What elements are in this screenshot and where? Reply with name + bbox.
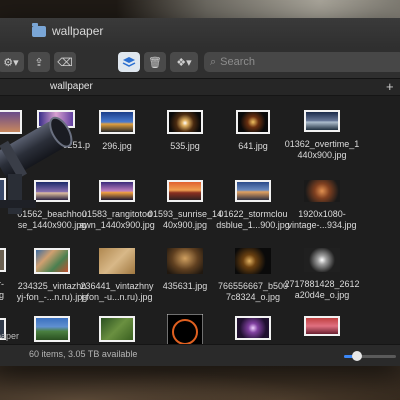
file-thumbnail: [235, 248, 271, 274]
file-item[interactable]: [284, 316, 360, 336]
file-item[interactable]: 435631.jpg: [147, 248, 223, 292]
file-thumbnail: [304, 180, 340, 202]
file-item[interactable]: 01593_sunrise_14 40x900.jpg: [147, 180, 223, 231]
dropbox-button[interactable]: ❖▾: [170, 52, 198, 72]
file-name: 641.jpg: [238, 141, 268, 151]
file-name: 296.jpg: [102, 141, 132, 151]
share-icon: ⇪: [34, 56, 44, 69]
file-item[interactable]: 766556667_b500 7c8324_o.jpg: [215, 248, 291, 303]
file-thumbnail: [304, 248, 340, 272]
search-icon: ⌕: [210, 55, 217, 68]
icon-size-slider[interactable]: [344, 351, 396, 361]
title-bar[interactable]: wallpaper: [0, 18, 400, 48]
tags-button[interactable]: ⌫: [54, 52, 76, 72]
tab-bar: wallpaper +: [0, 79, 400, 96]
file-item[interactable]: 641.jpg: [215, 110, 291, 152]
folder-icon: [32, 22, 46, 37]
tab-wallpaper[interactable]: wallpaper: [50, 81, 93, 92]
file-thumbnail: [99, 316, 135, 342]
file-name: 01622_stormclou dsblue_1...900.jpg: [216, 209, 290, 230]
file-thumbnail: [167, 180, 203, 202]
file-item[interactable]: 535.jpg: [147, 110, 223, 152]
action-gear-button[interactable]: ⚙▾: [0, 52, 24, 72]
path-crumb[interactable]: lpaper: [0, 331, 19, 341]
file-thumbnail: [235, 180, 271, 202]
file-thumbnail: [236, 110, 270, 134]
slider-knob[interactable]: [352, 351, 362, 361]
share-button[interactable]: ⇪: [28, 52, 50, 72]
dropbox-icon: ❖▾: [176, 56, 192, 69]
file-thumbnail: [99, 180, 135, 202]
status-text: 60 items, 3.05 TB available: [29, 349, 138, 359]
file-thumbnail: [99, 110, 135, 134]
window-title-text: wallpaper: [52, 24, 104, 38]
file-thumbnail: [34, 248, 70, 274]
status-bar: lpaper 60 items, 3.05 TB available: [0, 331, 400, 366]
file-item[interactable]: [215, 316, 291, 340]
file-name: 435631.jpg: [162, 281, 208, 291]
file-item[interactable]: 236441_vintazhny j-fon_-u...n.ru).jpg: [79, 248, 155, 303]
tag-icon: ⌫: [57, 56, 73, 69]
file-name: 01362_overtime_1 440x900.jpg: [284, 139, 360, 160]
toolbar: ⚙▾ ⇪ ⌫ 🗑 ❖▾ ⌕ Search: [0, 48, 400, 79]
file-item[interactable]: 01622_stormclou dsblue_1...900.jpg: [215, 180, 291, 231]
file-thumbnail: [235, 316, 271, 340]
file-name: 01593_sunrise_14 40x900.jpg: [147, 209, 223, 230]
file-name: 1920x1080- vintage-...934.jpg: [287, 209, 357, 230]
window-title: wallpaper: [32, 22, 104, 38]
file-item[interactable]: 01362_overtime_1 440x900.jpg: [284, 110, 360, 161]
file-thumbnail: [34, 316, 70, 342]
search-field[interactable]: ⌕ Search: [204, 52, 400, 72]
desktop-rock-foreground: [0, 360, 400, 400]
file-thumbnail: [304, 316, 340, 336]
file-name: 2717881428_2612 a20d4e_o.jpg: [284, 279, 360, 300]
layers-icon: [122, 57, 136, 67]
delete-button[interactable]: 🗑: [144, 52, 166, 72]
file-item[interactable]: 296.jpg: [79, 110, 155, 152]
telescope-icon[interactable]: [0, 104, 78, 224]
file-item[interactable]: 01583_rangitotod awn_1440x900.jpg: [79, 180, 155, 231]
file-thumbnail: [99, 248, 135, 274]
file-name: 535.jpg: [170, 141, 200, 151]
search-placeholder: Search: [220, 56, 256, 68]
file-thumbnail: [0, 248, 6, 272]
file-item[interactable]: 2717881428_2612 a20d4e_o.jpg: [284, 248, 360, 301]
file-item[interactable]: [79, 316, 155, 342]
file-thumbnail: [167, 110, 203, 134]
file-name: 01583_rangitotod awn_1440x900.jpg: [79, 209, 155, 230]
gear-icon: ⚙▾: [3, 56, 19, 69]
file-thumbnail: [167, 248, 203, 274]
file-name: 236441_vintazhny j-fon_-u...n.ru).jpg: [80, 281, 154, 302]
trash-icon: 🗑: [148, 56, 162, 69]
new-tab-button[interactable]: +: [386, 79, 394, 94]
file-thumbnail: [304, 110, 340, 132]
file-name: 766556667_b500 7c8324_o.jpg: [217, 281, 289, 302]
file-item[interactable]: 1920x1080- vintage-...934.jpg: [284, 180, 360, 231]
dropbox-app-button[interactable]: [118, 52, 140, 72]
